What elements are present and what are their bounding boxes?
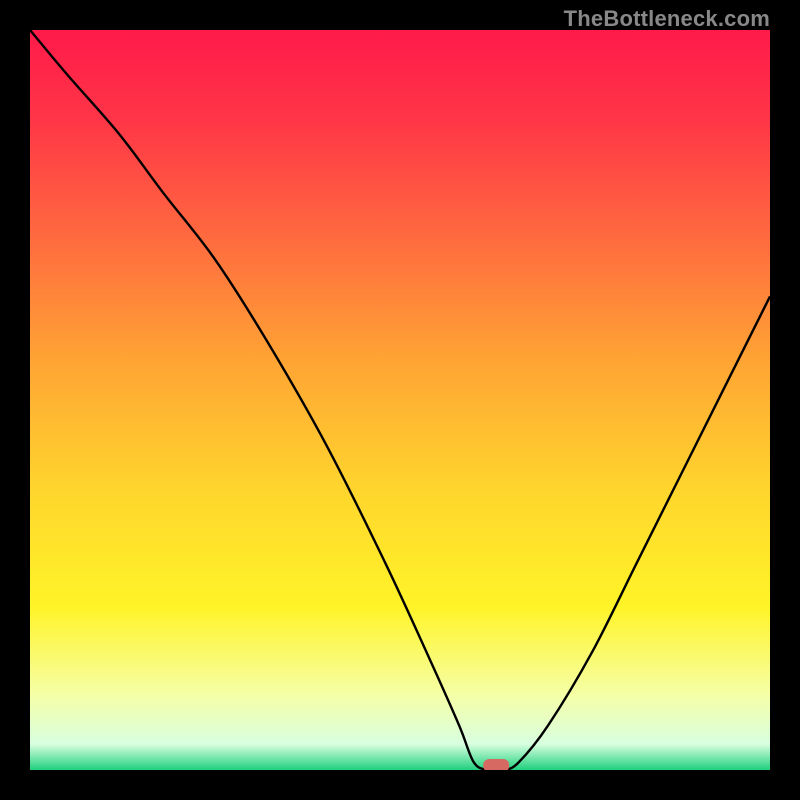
chart-frame: TheBottleneck.com	[0, 0, 800, 800]
minimum-marker	[483, 759, 509, 770]
gradient-background	[30, 30, 770, 770]
chart-svg	[30, 30, 770, 770]
attribution-label: TheBottleneck.com	[564, 6, 770, 32]
plot-area	[30, 30, 770, 770]
